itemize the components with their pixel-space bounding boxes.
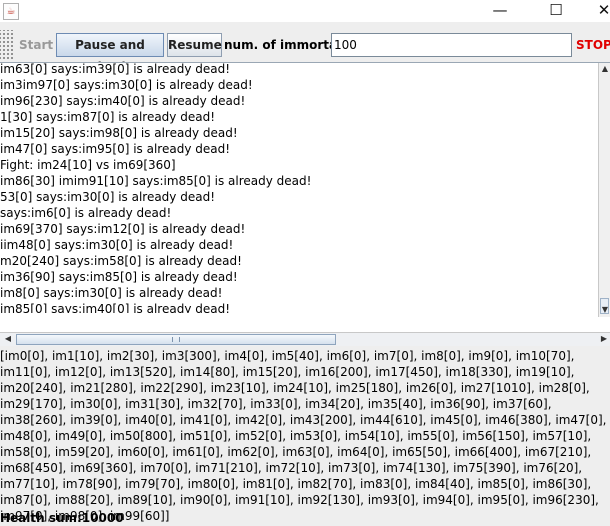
log-line: says:im6[0] is already dead!	[0, 206, 172, 220]
health-sum-label: Health sum:10000	[0, 511, 124, 525]
thumb-grip-icon	[172, 337, 180, 342]
resume-button[interactable]: Resume	[167, 33, 222, 57]
log-lines: im63[0] says:im39[0] is already dead! im3…	[0, 61, 596, 313]
maximize-button[interactable]: ☐	[536, 0, 576, 22]
scroll-left-arrow-icon[interactable]: ◀	[2, 333, 14, 345]
pause-and-check-button[interactable]: Pause and check	[56, 33, 164, 74]
log-line: im85[0] says:im40[0] is already dead!	[0, 302, 231, 313]
java-icon: ☕	[3, 3, 19, 20]
stop-button[interactable]: STOP	[576, 33, 610, 57]
toolbar-grip-handle[interactable]	[0, 30, 14, 60]
log-line: im3im97[0] says:im30[0] is already dead!	[0, 78, 253, 92]
log-line: im8[0] says:im30[0] is already dead!	[0, 286, 223, 300]
scroll-right-arrow-icon[interactable]: ▶	[598, 333, 610, 345]
horizontal-scrollbar[interactable]: ◀ ▶	[0, 332, 610, 346]
minimize-button[interactable]: —	[480, 0, 520, 22]
close-button[interactable]: ✕	[584, 0, 610, 22]
log-line: m20[240] says:im58[0] is already dead!	[0, 254, 242, 268]
immortals-count-input[interactable]	[331, 33, 572, 57]
log-line: iim48[0] says:im30[0] is already dead!	[0, 238, 234, 252]
log-line: im15[20] says:im98[0] is already dead!	[0, 126, 238, 140]
vertical-scrollbar[interactable]: ▲ ▼	[598, 63, 610, 317]
start-button[interactable]: Start	[18, 33, 54, 57]
log-line: im36[90] says:im85[0] is already dead!	[0, 270, 238, 284]
toolbar: Start Pause and check Resume num. of imm…	[0, 30, 610, 74]
immortals-health-summary: [im0[0], im1[10], im2[30], im3[300], im4…	[0, 349, 607, 523]
log-line: 1[30] says:im87[0] is already dead!	[0, 110, 215, 124]
scroll-down-arrow-icon[interactable]: ▼	[599, 304, 610, 316]
log-line: Fight: im24[10] vs im69[360]	[0, 158, 176, 172]
log-line: im96[230] says:im40[0] is already dead!	[0, 94, 246, 108]
log-line: im63[0] says:im39[0] is already dead!	[0, 62, 231, 76]
log-text-area[interactable]: im63[0] says:im39[0] is already dead! im3…	[0, 62, 610, 332]
horizontal-scroll-thumb[interactable]	[16, 334, 336, 345]
scroll-up-arrow-icon[interactable]: ▲	[599, 63, 610, 75]
log-line: im69[370] says:im12[0] is already dead!	[0, 222, 246, 236]
log-line: im47[0] says:im95[0] is already dead!	[0, 142, 231, 156]
title-bar: ☕ — ☐ ✕	[0, 0, 610, 22]
log-line: im86[30] imim91[10] says:im85[0] is alre…	[0, 174, 312, 188]
log-line: 53[0] says:im30[0] is already dead!	[0, 190, 215, 204]
